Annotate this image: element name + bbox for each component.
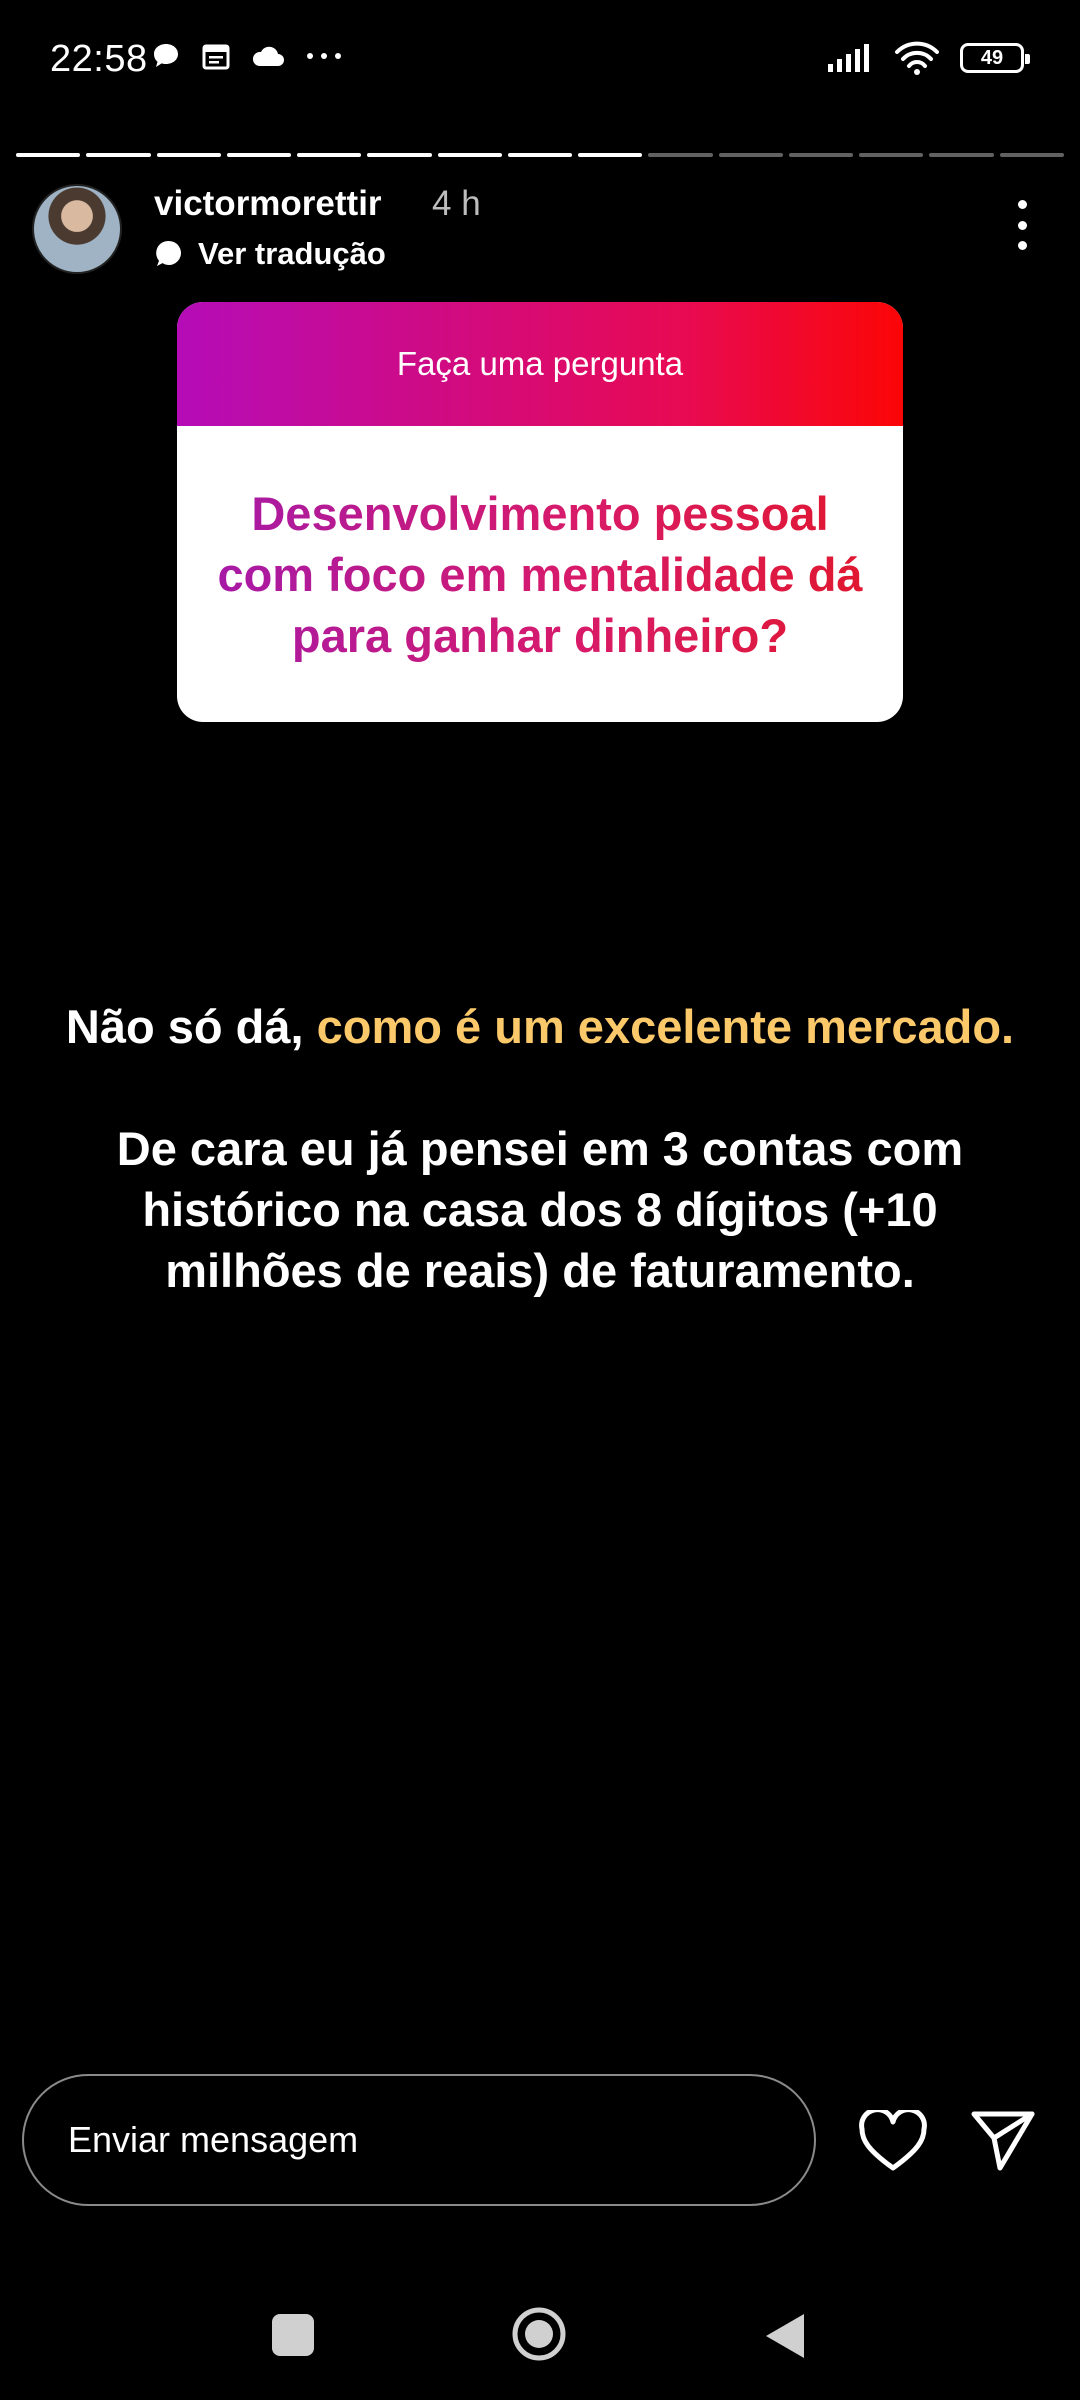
translate-link[interactable]: Ver tradução	[154, 236, 386, 272]
progress-segment	[16, 153, 81, 157]
progress-segment	[297, 153, 362, 157]
progress-segment	[788, 153, 854, 157]
heart-icon[interactable]	[858, 2110, 928, 2172]
progress-segment	[859, 153, 924, 157]
progress-segment	[929, 153, 994, 157]
post-time: 4 h	[432, 184, 481, 223]
more-options-icon[interactable]	[1008, 200, 1036, 250]
progress-segment	[507, 153, 573, 157]
status-icons-left	[150, 40, 344, 72]
progress-segment	[86, 153, 151, 157]
story-progress	[16, 153, 1064, 157]
signal-icon	[828, 44, 869, 72]
sticker-header: Faça uma pergunta	[177, 302, 903, 426]
progress-segment	[156, 153, 221, 157]
recent-apps-button[interactable]	[272, 2314, 314, 2356]
sticker-question: Desenvolvimento pessoal com foco em ment…	[207, 483, 873, 666]
message-input[interactable]: Enviar mensagem	[22, 2074, 816, 2206]
answer-text: Não só dá, como é um excelente mercado. …	[60, 996, 1020, 1301]
status-bar: 22:58 49	[0, 0, 1080, 120]
calendar-icon	[202, 44, 230, 70]
answer-highlight: como é um excelente mercado.	[316, 1000, 1015, 1053]
progress-segment	[437, 153, 502, 157]
cloud-icon	[252, 46, 284, 66]
progress-segment	[367, 153, 432, 157]
message-placeholder: Enviar mensagem	[68, 2119, 359, 2160]
translate-label: Ver tradução	[198, 236, 386, 271]
question-sticker[interactable]: Faça uma pergunta Desenvolvimento pessoa…	[177, 302, 903, 722]
progress-segment	[648, 153, 713, 157]
progress-segment	[999, 153, 1064, 157]
avatar[interactable]	[32, 184, 122, 274]
progress-segment	[226, 153, 292, 157]
progress-segment	[578, 153, 643, 157]
more-horizontal-icon	[307, 53, 341, 59]
status-icons-right: 49	[826, 40, 1030, 76]
sticker-body: Desenvolvimento pessoal com foco em ment…	[177, 426, 903, 722]
status-time: 22:58	[50, 38, 148, 80]
send-icon[interactable]	[970, 2108, 1036, 2172]
home-button[interactable]	[511, 2306, 567, 2362]
answer-plain: Não só dá,	[65, 1000, 317, 1053]
battery-icon: 49	[960, 43, 1030, 73]
wifi-icon	[895, 41, 939, 75]
translate-bubble-icon	[156, 240, 181, 266]
back-button[interactable]	[762, 2310, 808, 2362]
chat-bubble-icon	[154, 44, 178, 67]
answer-paragraph-1: Não só dá, como é um excelente mercado.	[60, 996, 1020, 1057]
answer-paragraph-2: De cara eu já pensei em 3 contas com his…	[116, 1122, 964, 1297]
username[interactable]: victormorettir	[154, 184, 382, 224]
progress-segment	[718, 153, 783, 157]
